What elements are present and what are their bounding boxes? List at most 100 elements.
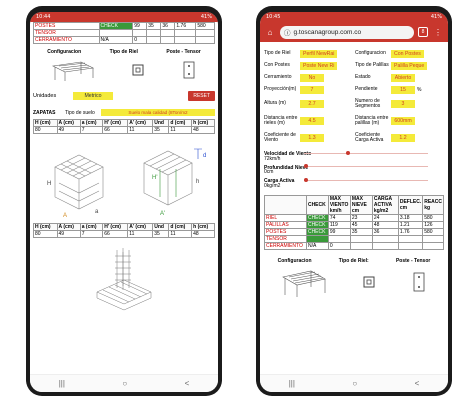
right-column: Configuracion Con Postes Tipo de Palillas… — [355, 49, 444, 148]
zapatas-label: ZAPATAS — [33, 109, 56, 116]
projection-input[interactable]: 7 — [300, 85, 324, 94]
col-header: h (cm) — [191, 119, 215, 127]
slider-thumb[interactable] — [304, 177, 308, 182]
table-cell — [174, 36, 197, 44]
field-height: Altura (m) 2.7 — [264, 97, 353, 111]
config-label: Configuracion — [277, 257, 312, 264]
snow-depth-slider[interactable] — [304, 163, 444, 169]
col-header — [264, 194, 307, 215]
wind-speed-slider-block: Velocidad de Viento 72km/h — [264, 150, 444, 162]
height-input[interactable]: 2.7 — [300, 100, 324, 108]
check-badge — [305, 234, 329, 243]
table-cell: 36 — [160, 22, 176, 30]
col-header: d (cm) — [168, 119, 193, 127]
table-cell — [132, 29, 148, 37]
status-time: 10:45 — [266, 14, 281, 20]
left-phone: 10:44 41% POSTES CHECK 99 35 36 1.76 580… — [26, 6, 222, 396]
table-row: RIEL CHECK 74 23 24 3.18 580 — [264, 213, 444, 222]
col-header: H (cm) — [33, 119, 58, 127]
table-cell: 35 — [152, 126, 170, 134]
status-time: 10:44 — [36, 14, 51, 20]
table-cell: 35 — [146, 22, 162, 30]
left-results-table: POSTES CHECK 99 35 36 1.76 580 TENSOR CE… — [33, 22, 215, 44]
table-cell — [160, 29, 176, 37]
slider-thumb[interactable] — [304, 164, 308, 168]
dim-Hp: H' — [152, 175, 157, 181]
col-header: CHECK — [305, 194, 329, 215]
field-posts: Con Postes Poste New Ri — [264, 61, 353, 70]
table-row: POSTES CHECK 99 35 36 1.76 580 — [264, 227, 444, 236]
table-cell: 35 — [152, 230, 170, 238]
table-cell — [195, 36, 215, 44]
field-state: Estado Abierto — [355, 73, 444, 82]
configuration-select[interactable]: Con Postes — [391, 49, 424, 58]
wind-speed-slider[interactable] — [304, 150, 444, 156]
field-load-coef: Coeficiente Carga Activa 1.2 — [355, 131, 444, 145]
reset-button[interactable]: RESET — [188, 91, 215, 101]
rail-icon[interactable] — [361, 274, 377, 290]
enclosure-select[interactable]: No — [300, 73, 324, 82]
zapatas-row: ZAPATAS Tipo de suelo Suelo mala calidad… — [33, 109, 215, 116]
palilla-type-select[interactable]: Palilla Peque — [391, 61, 428, 70]
field-segments: Numero de Segmentos 3 — [355, 97, 444, 111]
table-cell: 48 — [191, 126, 215, 134]
field-rail-type: Tipo de Riel Perfil NewRai — [264, 49, 353, 58]
table-cell: N/A — [98, 36, 134, 44]
site-info-icon[interactable]: ⓘ — [284, 27, 291, 37]
table-cell: 7 — [79, 126, 104, 134]
rail-distance-input[interactable]: 4.5 — [300, 117, 324, 125]
check-badge: CHECK — [305, 220, 329, 229]
col-header: A (cm) — [56, 223, 81, 231]
field-slope: Pendiente 15% — [355, 85, 422, 94]
wind-coef-input[interactable]: 1.3 — [300, 134, 324, 142]
recent-apps-icon[interactable]: ||| — [289, 379, 295, 388]
field-palilla-type: Tipo de Palillas Palilla Peque — [355, 61, 444, 70]
table-cell: 7 — [79, 230, 104, 238]
table-cell: TENSOR — [33, 29, 100, 37]
poste-label: Poste - Tensor — [166, 49, 201, 55]
soil-type-label: Tipo de suelo — [65, 109, 95, 116]
right-content: Tipo de Riel Perfil NewRai Con Postes Post… — [260, 42, 448, 374]
diagram-labels: Configuracion Tipo de Riel: Poste - Tens… — [264, 258, 444, 264]
back-icon[interactable]: < — [185, 379, 190, 388]
status-bar: 10:44 41% — [30, 12, 218, 22]
slope-input[interactable]: 15 — [391, 85, 415, 94]
palilla-distance-input[interactable]: 600mm — [391, 117, 415, 125]
state-select[interactable]: Abierto — [391, 73, 415, 82]
col-header: CARGA ACTIVA kg/m2 — [371, 194, 399, 215]
table-cell: 1.76 — [174, 22, 197, 30]
home-icon[interactable]: ⌂ — [264, 26, 276, 38]
segments-input[interactable]: 3 — [391, 100, 415, 108]
rebar-diagram — [33, 242, 215, 312]
slider-thumb[interactable] — [346, 150, 350, 155]
table-row: CERRAMIENTO N/A 0 — [264, 241, 444, 250]
status-battery: 41% — [200, 14, 212, 20]
home-icon[interactable]: ○ — [352, 379, 357, 388]
table-cell: 11 — [127, 126, 154, 134]
recent-apps-icon[interactable]: ||| — [59, 379, 65, 388]
menu-icon[interactable]: ⋮ — [432, 26, 444, 38]
tab-switcher-button[interactable]: 8 — [418, 27, 428, 37]
table-cell: POSTES — [33, 22, 100, 30]
table-cell — [146, 36, 162, 44]
home-icon[interactable]: ○ — [122, 379, 127, 388]
live-load-slider[interactable] — [304, 177, 444, 183]
post-icon[interactable] — [411, 271, 427, 293]
table-cell: 48 — [191, 230, 215, 238]
back-icon[interactable]: < — [415, 379, 420, 388]
browser-toolbar: ⌂ ⓘ g.toscanagroup.com.co 8 ⋮ — [260, 22, 448, 42]
rail-type-select[interactable]: Perfil NewRai — [300, 49, 338, 58]
post-icon[interactable] — [181, 60, 197, 80]
url-bar[interactable]: ⓘ g.toscanagroup.com.co — [280, 25, 414, 39]
pergola-icon — [51, 61, 94, 81]
table-row: PALILLAS CHECK 119 45 48 1.21 126 — [264, 220, 444, 229]
load-coef-input[interactable]: 1.2 — [391, 134, 415, 142]
rail-icon[interactable] — [130, 62, 146, 78]
soil-type-select[interactable]: Suelo mala calidad (8Ton/m2 — [101, 109, 215, 116]
rebar-cage-icon — [96, 248, 152, 311]
units-select[interactable]: Metrico — [73, 92, 113, 100]
config-label: Configuracion — [47, 49, 82, 55]
pergola-icon — [282, 270, 326, 297]
posts-select[interactable]: Poste New Ri — [300, 61, 338, 70]
table-cell: 49 — [56, 126, 81, 134]
